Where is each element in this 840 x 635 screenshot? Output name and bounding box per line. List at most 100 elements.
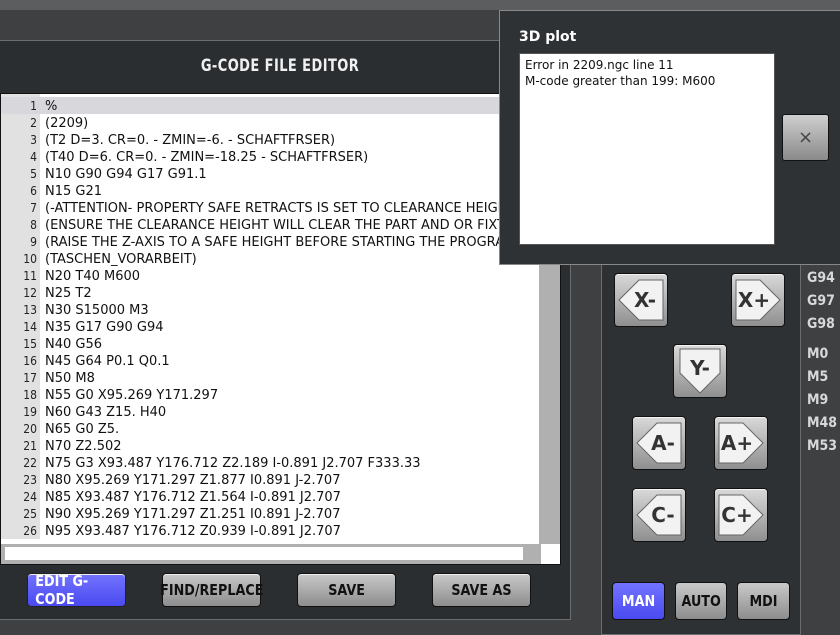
code-line[interactable]: 16 N45 G64 P0.1 Q0.1 [1, 352, 539, 369]
code-line[interactable]: 2 (2209) [1, 114, 539, 131]
error-dialog: 3D plot Error in 2209.ngc line 11 M-code… [499, 10, 840, 265]
active-mcode: M53 [807, 438, 838, 454]
jog-c-minus-button[interactable]: C- [632, 488, 686, 542]
mode-mdi-button[interactable]: MDI [737, 582, 790, 620]
edit-gcode-button[interactable]: EDIT G-CODE [27, 572, 126, 608]
code-line[interactable]: 7 (-ATTENTION- PROPERTY SAFE RETRACTS IS … [1, 199, 539, 216]
line-text: (RAISE THE Z-AXIS TO A SAFE HEIGHT BEFOR… [45, 235, 521, 250]
line-text: N80 X95.269 Y171.297 Z1.877 I0.891 J-2.7… [45, 473, 341, 488]
line-number: 21 [23, 439, 37, 453]
save-as-button[interactable]: SAVE AS [432, 573, 531, 607]
line-text: N95 X93.487 Y176.712 Z0.939 I-0.891 J2.7… [45, 524, 341, 539]
dialog-message-line: Error in 2209.ngc line 11 [525, 58, 674, 72]
line-text: N70 Z2.502 [45, 439, 122, 454]
mode-auto-button[interactable]: AUTO [675, 582, 727, 620]
line-text: N75 G3 X93.487 Y176.712 Z2.189 I-0.891 J… [45, 456, 421, 471]
line-text: N45 G64 P0.1 Q0.1 [45, 354, 170, 369]
code-line[interactable]: 9 (RAISE THE Z-AXIS TO A SAFE HEIGHT BEFO… [1, 233, 539, 250]
line-text: N20 T40 M600 [45, 269, 141, 284]
horizontal-scroll-thumb[interactable] [5, 547, 523, 560]
line-text: % [45, 99, 58, 114]
line-number: 20 [23, 422, 37, 436]
code-line[interactable]: 4 (T40 D=6. CR=0. - ZMIN=-18.25 - SCHAFTF… [1, 148, 539, 165]
code-editor[interactable]: 1% 2 (2209) 3 (T2 D=3. CR=0. - ZMIN=-6. - SC… [0, 93, 561, 565]
code-line[interactable]: 15 N40 G56 [1, 335, 539, 352]
line-number: 25 [23, 507, 37, 521]
code-line[interactable]: 24 N85 X93.487 Y176.712 Z1.564 I-0.891 J2… [1, 488, 539, 505]
code-line[interactable]: 1% [1, 97, 539, 114]
save-label: SAVE [328, 581, 365, 599]
line-text: N35 G17 G90 G94 [45, 320, 164, 335]
code-line[interactable]: 6 N15 G21 [1, 182, 539, 199]
code-line[interactable]: 23 N80 X95.269 Y171.297 Z1.877 I0.891 J-2… [1, 471, 539, 488]
code-line[interactable]: 26 N95 X93.487 Y176.712 Z0.939 I-0.891 J2… [1, 522, 539, 539]
code-line[interactable]: 12 N25 T2 [1, 284, 539, 301]
save-button[interactable]: SAVE [297, 573, 396, 607]
line-number: 10 [23, 252, 37, 266]
line-number: 3 [30, 133, 37, 147]
code-line[interactable]: 20 N65 G0 Z5. [1, 420, 539, 437]
line-number: 14 [23, 320, 37, 334]
line-text: (T40 D=6. CR=0. - ZMIN=-18.25 - SCHAFTFR… [45, 150, 369, 165]
active-mcode: M9 [807, 392, 829, 408]
code-line[interactable]: 8 (ENSURE THE CLEARANCE HEIGHT WILL CLEAR… [1, 216, 545, 233]
line-number: 6 [30, 184, 37, 198]
line-number: 1 [30, 99, 37, 113]
a-minus-label: A- [651, 431, 675, 455]
line-text: N60 G43 Z15. H40 [45, 405, 167, 420]
mode-man-label: MAN [621, 592, 656, 610]
line-number: 13 [23, 303, 37, 317]
active-gcode: G94 [807, 270, 835, 286]
code-line[interactable]: 21 N70 Z2.502 [1, 437, 539, 454]
find-replace-button[interactable]: FIND/REPLACE [160, 573, 263, 607]
line-text: (-ATTENTION- PROPERTY SAFE RETRACTS IS S… [45, 201, 521, 216]
jog-x-minus-button[interactable]: X- [614, 273, 668, 327]
code-line[interactable]: 17 N50 M8 [1, 369, 539, 386]
line-text: N50 M8 [45, 371, 95, 386]
dialog-close-button[interactable]: × [782, 114, 829, 161]
code-line[interactable]: 18 N55 G0 X95.269 Y171.297 [1, 386, 539, 403]
line-number: 18 [23, 388, 37, 402]
code-line[interactable]: 13 N30 S15000 M3 [1, 301, 539, 318]
code-line[interactable]: 3 (T2 D=3. CR=0. - ZMIN=-6. - SCHAFTFRSER… [1, 131, 539, 148]
jog-c-plus-button[interactable]: C+ [714, 488, 768, 542]
code-line[interactable]: 5 N10 G90 G94 G17 G91.1 [1, 165, 539, 182]
active-mcode: M0 [807, 346, 829, 362]
code-line[interactable]: 11 N20 T40 M600 [1, 267, 539, 284]
line-text: (2209) [45, 116, 89, 131]
x-minus-arrow-icon: X- [618, 279, 664, 321]
editor-title: G-CODE FILE EDITOR [200, 56, 360, 76]
code-line[interactable]: 25 N90 X95.269 Y171.297 Z1.251 I0.891 J-2… [1, 505, 539, 522]
jog-a-plus-button[interactable]: A+ [714, 416, 768, 470]
line-number: 22 [23, 456, 37, 470]
code-line[interactable]: 19 N60 G43 Z15. H40 [1, 403, 539, 420]
line-number: 4 [30, 150, 37, 164]
jog-y-minus-button[interactable]: Y- [673, 344, 727, 398]
c-minus-label: C- [651, 503, 674, 527]
c-plus-arrow-icon: C+ [718, 494, 764, 536]
active-mcode: M5 [807, 369, 829, 385]
line-text: (T2 D=3. CR=0. - ZMIN=-6. - SCHAFTFRSER) [45, 133, 336, 148]
dialog-message-box: Error in 2209.ngc line 11 M-code greater… [519, 53, 775, 245]
line-text: N25 T2 [45, 286, 92, 301]
dialog-title: 3D plot [519, 29, 577, 45]
line-number: 5 [30, 167, 37, 181]
x-plus-label: X+ [738, 288, 770, 312]
y-minus-arrow-icon: Y- [679, 348, 721, 394]
mode-man-button[interactable]: MAN [612, 582, 665, 620]
a-minus-arrow-icon: A- [636, 422, 682, 464]
jog-a-minus-button[interactable]: A- [632, 416, 686, 470]
mode-mdi-label: MDI [749, 592, 778, 610]
dialog-message-line: M-code greater than 199: M600 [525, 74, 716, 88]
close-icon: × [797, 127, 814, 148]
line-number: 12 [23, 286, 37, 300]
active-mcode: M48 [807, 415, 838, 431]
code-line[interactable]: 10 (TASCHEN_VORARBEIT) [1, 250, 539, 267]
code-line[interactable]: 14 N35 G17 G90 G94 [1, 318, 539, 335]
x-plus-arrow-icon: X+ [735, 279, 781, 321]
code-line[interactable]: 22 N75 G3 X93.487 Y176.712 Z2.189 I-0.891… [1, 454, 539, 471]
jog-x-plus-button[interactable]: X+ [731, 273, 785, 327]
line-number: 11 [23, 269, 37, 283]
a-plus-label: A+ [721, 431, 753, 455]
x-minus-label: X- [634, 288, 656, 312]
